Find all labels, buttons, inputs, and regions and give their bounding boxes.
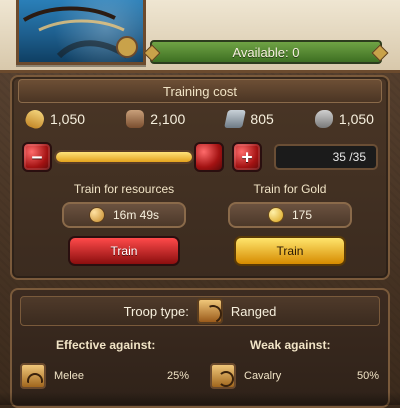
train-resources-button[interactable]: Train [68,236,180,266]
train-gold-button-label: Train [276,244,304,258]
page: Available: 0 Training cost 1,050 2,100 8… [0,0,400,408]
train-gold-button[interactable]: Train [234,236,346,266]
stone-icon [314,110,333,128]
train-resources-button-label: Train [110,244,138,258]
gold-coin-icon [267,207,284,223]
resource-bag-icon [88,207,105,223]
troop-type-label: Troop type: [123,303,189,319]
training-cost-resources: 1,050 2,100 805 1,050 [20,107,380,131]
resource-stone: 1,050 [314,110,374,128]
wood-logs-icon [126,110,145,128]
melee-helmet-icon [20,363,46,389]
train-gold-cost: 175 [228,202,352,228]
quantity-count-text: 35 /35 [332,150,366,164]
bow-icon [196,298,223,324]
weak-cavalry-name: Cavalry [244,370,282,382]
train-gold-column: Train for Gold 175 Train [210,182,370,272]
troop-type-row: Troop type: Ranged [20,296,380,326]
effective-melee: Melee 25% [20,362,189,390]
quantity-slider-track[interactable] [54,150,194,164]
resource-wood: 2,100 [126,110,185,128]
effectiveness-headers: Effective against: Weak against: [20,338,380,358]
training-cost-title-text: Training cost [163,83,237,99]
train-resources-column: Train for resources 16m 49s Train [44,182,204,272]
train-gold-title: Train for Gold [253,182,327,196]
weak-against-title: Weak against: [250,338,331,352]
plus-icon: + [241,146,253,168]
available-text: Available: 0 [232,44,300,60]
magnifier-icon[interactable] [116,36,138,58]
decrease-button[interactable]: − [22,142,52,172]
bottom-cutoff-shadow [0,392,400,405]
train-resources-title: Train for resources [73,182,175,196]
training-cost-title: Training cost [18,79,382,103]
resource-wood-value: 2,100 [150,111,186,127]
resource-stone-value: 1,050 [338,111,374,127]
quantity-slider-handle[interactable] [194,142,224,172]
weak-cavalry-percent: 50% [356,370,379,382]
train-resources-time: 16m 49s [62,202,186,228]
effective-melee-percent: 25% [166,370,189,382]
effective-against-title: Effective against: [56,338,156,352]
train-resources-time-text: 16m 49s [112,208,160,222]
train-gold-cost-text: 175 [291,208,313,222]
minus-icon: − [31,146,43,168]
resource-wheat-value: 1,050 [50,111,86,127]
resource-wheat: 1,050 [23,107,86,131]
wheat-icon [23,107,47,131]
troop-type-value: Ranged [230,303,277,319]
quantity-count: 35 /35 [274,144,378,170]
quantity-slider-fill [56,152,192,162]
available-bar: Available: 0 [150,40,382,64]
effective-melee-name: Melee [54,370,84,382]
cavalry-horse-icon [210,363,236,389]
resource-iron: 805 [224,110,274,128]
resource-iron-value: 805 [250,111,274,127]
increase-button[interactable]: + [232,142,262,172]
iron-ingot-icon [224,110,247,128]
weak-cavalry: Cavalry 50% [210,362,379,390]
quantity-slider-row: − + 35 /35 [20,142,380,174]
